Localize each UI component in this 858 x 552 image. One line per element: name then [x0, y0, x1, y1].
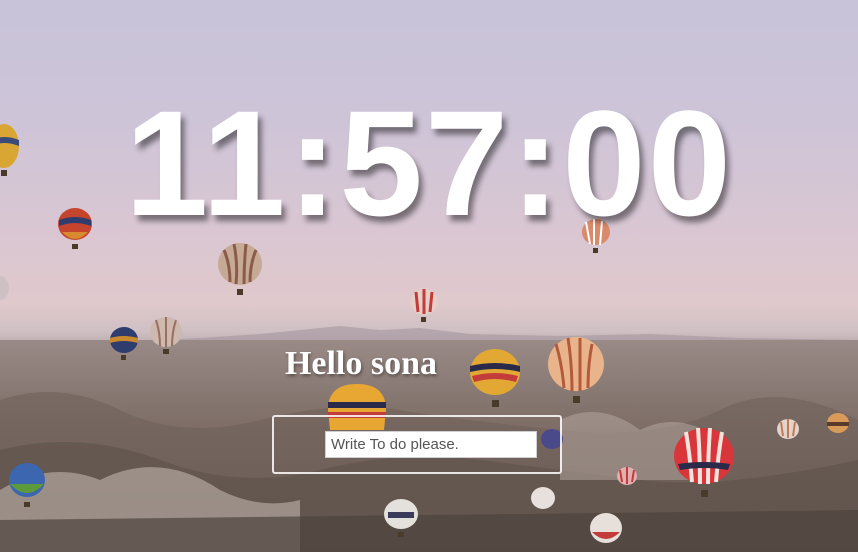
todo-form: [272, 415, 562, 474]
balloon-icon: [384, 499, 418, 537]
balloon-icon: [0, 276, 9, 300]
todo-input[interactable]: [325, 431, 537, 458]
balloon-icon: [9, 463, 45, 507]
balloon-icon: [410, 289, 438, 322]
balloon-icon: [827, 413, 849, 433]
balloon-icon: [218, 243, 262, 295]
clock-time: 11:57:00: [124, 79, 734, 247]
balloon-icon: [590, 513, 622, 543]
greeting-text: Hello sona: [284, 345, 438, 382]
balloon-icon: [617, 467, 637, 485]
balloon-icon: [674, 427, 734, 497]
balloon-icon: [777, 419, 799, 439]
balloon-icon: [531, 487, 555, 509]
